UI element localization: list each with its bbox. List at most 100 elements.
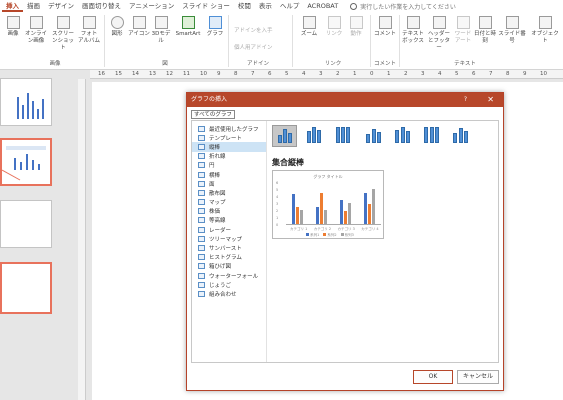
subtype-3d-column[interactable]: [446, 125, 471, 147]
preview-y-tick: 0: [276, 223, 279, 227]
chart-type-icon: [198, 245, 205, 252]
chart-type-item[interactable]: ウォーターフォール: [192, 271, 266, 280]
dialog-body: 最近使用したグラフ テンプレート 縦棒 折れ線円横棒面散布図 マップ 株価 等高線 レーダーツ…: [191, 120, 499, 363]
zoom-button[interactable]: ズーム: [296, 16, 322, 38]
subtype-3d-clustered-column[interactable]: [359, 125, 384, 147]
subtype-3d-100-stacked-column[interactable]: [417, 125, 442, 147]
dialog-title-bar: グラフの挿入 ? ✕: [187, 93, 503, 107]
chart-type-item[interactable]: レーダー: [192, 225, 266, 234]
tab-acrobat[interactable]: ACROBAT: [303, 0, 342, 12]
online-picture-button[interactable]: オンライン画像: [24, 16, 48, 45]
zoom-icon: [302, 16, 316, 29]
slide-thumbnail[interactable]: [0, 138, 52, 186]
chart-type-item[interactable]: 組み合わせ: [192, 289, 266, 298]
graph-button[interactable]: グラフ: [205, 16, 225, 38]
chart-type-label: サンバースト: [209, 246, 242, 253]
chart-type-item[interactable]: 横棒: [192, 170, 266, 179]
get-addins-button[interactable]: アドインを入手: [234, 26, 273, 34]
preview-bar: [347, 203, 351, 224]
chart-type-item[interactable]: 折れ線: [192, 152, 266, 161]
chart-type-item[interactable]: 散布図: [192, 188, 266, 197]
ruler-tick-label: 8: [506, 71, 510, 77]
chart-type-item[interactable]: 面: [192, 179, 266, 188]
chart-type-item[interactable]: 最近使用したグラフ: [192, 124, 266, 133]
preview-x-tick: カテゴリ 1: [290, 227, 308, 231]
chart-type-item[interactable]: 円: [192, 161, 266, 170]
cancel-button[interactable]: キャンセル: [457, 370, 499, 384]
tab-view[interactable]: 表示: [255, 0, 276, 12]
chart-type-item[interactable]: ヒストグラム: [192, 253, 266, 262]
slide-number-button[interactable]: スライド番号: [497, 16, 527, 45]
link-button[interactable]: リンク: [324, 16, 344, 38]
textbox-button[interactable]: テキストボックス: [401, 16, 425, 45]
tab-animations[interactable]: アニメーション: [125, 0, 178, 12]
tab-design[interactable]: デザイン: [44, 0, 78, 12]
chart-type-item[interactable]: 箱ひげ図: [192, 262, 266, 271]
subtype-bar: [283, 129, 287, 143]
header-footer-button[interactable]: ヘッダーとフッター: [426, 16, 452, 52]
wordart-button[interactable]: ワードアート: [453, 16, 473, 45]
subtype-bar: [435, 127, 439, 143]
slide-thumbnail-chart: [17, 93, 44, 119]
slide-thumbnail[interactable]: [0, 262, 52, 314]
shapes-button[interactable]: 図形: [107, 16, 127, 38]
chart-type-item[interactable]: 等高線: [192, 216, 266, 225]
action-button[interactable]: 動作: [346, 16, 366, 38]
close-button[interactable]: ✕: [487, 93, 494, 107]
chart-type-item[interactable]: 株価: [192, 207, 266, 216]
comment-button[interactable]: コメント: [373, 16, 397, 38]
datetime-button[interactable]: 日付と時刻: [474, 16, 496, 45]
slide-thumbnail[interactable]: [0, 78, 52, 126]
tab-slideshow[interactable]: スライド ショー: [178, 0, 234, 12]
3d-models-button[interactable]: 3Dモデル: [151, 16, 171, 45]
chart-type-item[interactable]: マップ: [192, 198, 266, 207]
subtype-bar: [366, 134, 370, 143]
subtype-3d-stacked-column[interactable]: [388, 125, 413, 147]
action-icon: [349, 16, 363, 29]
preview-bar: [343, 211, 347, 224]
picture-button[interactable]: 画像: [4, 16, 22, 38]
chart-type-item[interactable]: サンバースト: [192, 243, 266, 252]
object-button[interactable]: オブジェクト: [529, 16, 561, 45]
tab-insert[interactable]: 挿入: [2, 0, 23, 12]
tab-transitions[interactable]: 画面切り替え: [78, 0, 125, 12]
group-label-addins: アドイン: [246, 61, 269, 67]
ruler-tick-label: 4: [302, 71, 306, 77]
tab-draw[interactable]: 描画: [23, 0, 44, 12]
ruler-tick-label: 6: [268, 71, 272, 77]
chart-subtype-list: [272, 125, 475, 147]
help-button[interactable]: ?: [464, 93, 467, 107]
legend-swatch: [323, 233, 327, 236]
subtype-stacked-column[interactable]: [301, 125, 326, 147]
ruler-tick-label: 16: [98, 71, 105, 77]
smartart-button[interactable]: SmartArt: [173, 16, 203, 38]
subtype-100-stacked-column[interactable]: [330, 125, 355, 147]
screenshot-icon: [56, 16, 70, 29]
slide-thumbnails-pane: [0, 70, 78, 400]
chart-type-item[interactable]: テンプレート: [192, 133, 266, 142]
cube-icon: [154, 16, 168, 29]
photo-album-button[interactable]: フォトアルバム: [78, 16, 100, 45]
chart-type-icon: [198, 235, 205, 242]
screenshot-button[interactable]: スクリーンショット: [50, 16, 76, 52]
chart-type-item[interactable]: 縦棒: [192, 142, 266, 152]
legend-swatch: [340, 233, 344, 236]
chart-preview[interactable]: グラフ タイトル 0 1 2 3 4 5 6 カテゴリ 1 カテゴリ 2 カテゴリ 3 カテゴリ …: [272, 170, 384, 239]
chart-type-label: 最近使用したグラフ: [209, 126, 259, 133]
chart-type-item[interactable]: じょうご: [192, 280, 266, 289]
ok-button[interactable]: OK: [413, 370, 453, 384]
search-box[interactable]: 実行したい作業を入力してください: [350, 2, 456, 11]
subtype-clustered-column[interactable]: [272, 125, 297, 147]
ruler-tick-label: 2: [404, 71, 408, 77]
icons-button[interactable]: アイコン: [128, 16, 150, 38]
subtype-bar: [317, 130, 321, 143]
my-addins-button[interactable]: 個人用アドイン: [234, 43, 273, 51]
tab-help[interactable]: ヘルプ: [276, 0, 304, 12]
chart-type-item[interactable]: ツリーマップ: [192, 234, 266, 243]
lightbulb-icon: [350, 2, 358, 10]
tab-all-charts[interactable]: すべてのグラフ: [191, 110, 235, 119]
preview-bar: [292, 193, 296, 224]
tab-review[interactable]: 校閲: [234, 0, 255, 12]
preview-bar: [296, 207, 300, 224]
slide-thumbnail[interactable]: [0, 200, 52, 248]
